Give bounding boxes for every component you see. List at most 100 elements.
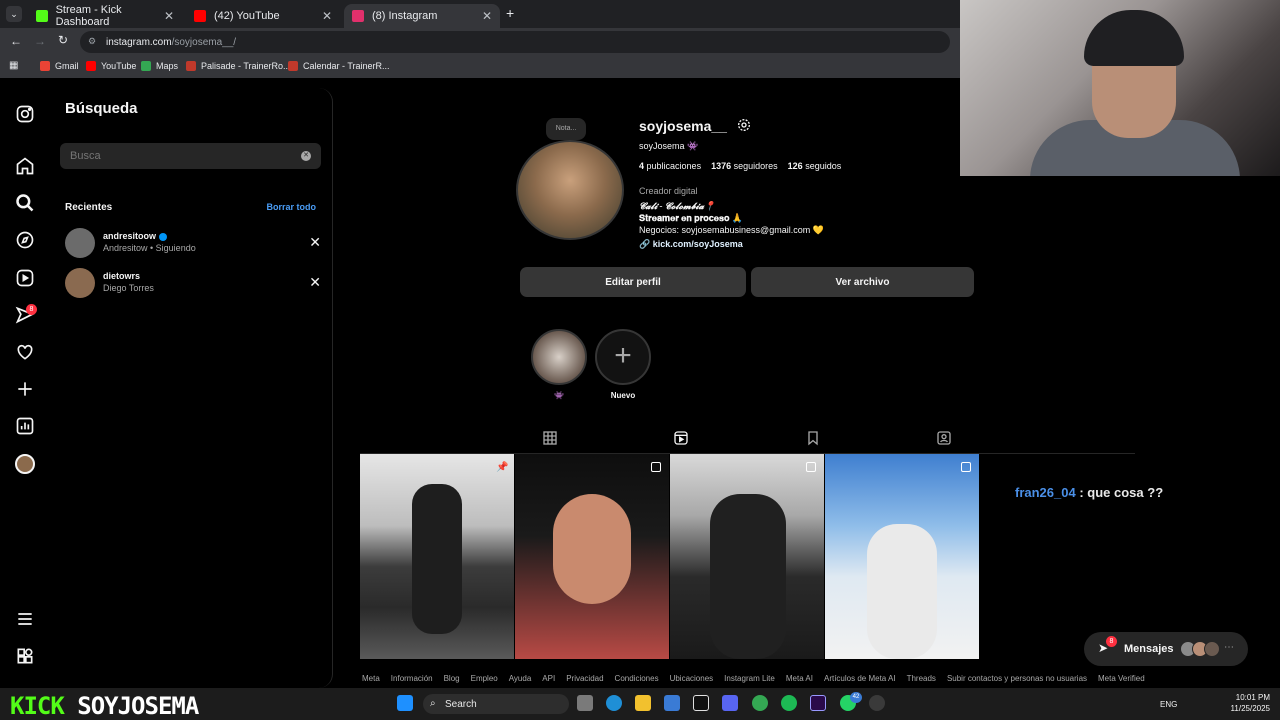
post-thumbnail[interactable]: 📌 [360, 454, 514, 659]
tab-youtube[interactable]: (42) YouTube ✕ [186, 4, 340, 28]
bookmark-gmail[interactable]: Gmail [40, 61, 79, 71]
notifications-badge: 8 [26, 304, 37, 315]
tagged-tab-icon[interactable] [936, 430, 952, 446]
bookmark-youtube[interactable]: YouTube [86, 61, 136, 71]
posts-grid-tab-icon[interactable] [542, 430, 558, 446]
settings-gear-icon[interactable] [736, 117, 752, 133]
forward-icon[interactable]: → [34, 34, 46, 48]
footer-link[interactable]: API [542, 674, 555, 683]
home-icon[interactable] [15, 156, 35, 176]
obs-icon[interactable] [869, 695, 885, 711]
search-icon[interactable] [15, 193, 35, 213]
search-panel-title: Búsqueda [65, 100, 138, 117]
channel-name-text: SOYJOSEMA [77, 692, 199, 720]
browser-tab-bar: ⌄ Stream - Kick Dashboard ✕ (42) YouTube… [0, 0, 960, 28]
new-highlight[interactable]: + Nuevo [595, 329, 651, 400]
view-archive-button[interactable]: Ver archivo [751, 267, 974, 297]
followers-stat[interactable]: 1376 seguidores [711, 161, 778, 171]
tab-instagram[interactable]: (8) Instagram ✕ [344, 4, 500, 28]
store-icon[interactable] [664, 695, 680, 711]
tab-search-icon[interactable]: ⌄ [6, 6, 22, 22]
footer-link[interactable]: Artículos de Meta AI [824, 674, 896, 683]
footer-link[interactable]: Meta [362, 674, 380, 683]
search-input[interactable] [70, 150, 290, 162]
footer-link[interactable]: Subir contactos y personas no usuarias [947, 674, 1087, 683]
recent-search-item[interactable]: andresitoow Andresitow • Siguiendo ✕ [65, 228, 321, 262]
trainerroad-icon [186, 61, 196, 71]
highlight-label: 👾 [554, 391, 564, 400]
dashboard-icon[interactable] [15, 416, 35, 436]
file-explorer-icon[interactable] [635, 695, 651, 711]
bookmark-palisade[interactable]: Palisade - TrainerRo... [186, 61, 291, 71]
spotify-icon[interactable] [781, 695, 797, 711]
menu-icon[interactable] [15, 609, 35, 629]
story-highlight[interactable]: 👾 [531, 329, 587, 400]
profile-note-bubble[interactable]: Nota... [546, 118, 586, 140]
explore-icon[interactable] [15, 230, 35, 250]
whatsapp-badge: 42 [850, 692, 862, 703]
post-thumbnail[interactable] [670, 454, 824, 659]
task-view-icon[interactable] [577, 695, 593, 711]
system-clock[interactable]: 10:01 PM 11/25/2025 [1231, 692, 1270, 714]
footer-link[interactable]: Meta AI [786, 674, 813, 683]
tab-kick-dashboard[interactable]: Stream - Kick Dashboard ✕ [28, 4, 182, 28]
create-icon[interactable] [15, 379, 35, 399]
footer-link[interactable]: Meta Verified [1098, 674, 1145, 683]
also-from-meta-icon[interactable] [15, 646, 35, 666]
tab-title: Stream - Kick Dashboard [55, 4, 122, 28]
bookmark-calendar[interactable]: Calendar - TrainerR... [288, 61, 390, 71]
recent-search-item[interactable]: dietowrs Diego Torres ✕ [65, 268, 321, 302]
following-stat[interactable]: 126 seguidos [788, 161, 842, 171]
heart-icon[interactable] [15, 342, 35, 362]
apps-grid-icon[interactable]: ▦ [9, 60, 18, 71]
footer-link[interactable]: Instagram Lite [724, 674, 775, 683]
new-tab-button[interactable]: + [506, 5, 514, 21]
close-tab-icon[interactable]: ✕ [482, 9, 492, 23]
reload-icon[interactable]: ↻ [58, 33, 68, 47]
profile-full-name: soyJosema 👾 [639, 141, 699, 151]
edge-icon[interactable] [606, 695, 622, 711]
saved-tab-icon[interactable] [805, 430, 821, 446]
messages-bar[interactable]: ➤ 8 Mensajes ⋯ [1084, 632, 1248, 666]
footer-link[interactable]: Información [391, 674, 433, 683]
edit-profile-button[interactable]: Editar perfil [520, 267, 746, 297]
recent-subtitle: Diego Torres [103, 283, 154, 293]
language-indicator[interactable]: ENG [1160, 700, 1177, 709]
reels-tab-icon[interactable] [673, 430, 689, 446]
clear-search-icon[interactable]: ✕ [301, 151, 311, 161]
clear-all-button[interactable]: Borrar todo [267, 202, 317, 212]
close-tab-icon[interactable]: ✕ [322, 9, 332, 23]
footer-link[interactable]: Ayuda [509, 674, 532, 683]
tiktok-icon[interactable] [693, 695, 709, 711]
back-icon[interactable]: ← [10, 34, 22, 48]
profile-avatar-icon[interactable] [15, 454, 35, 474]
instagram-logo-icon[interactable] [15, 104, 35, 124]
chrome-icon[interactable] [752, 695, 768, 711]
taskbar-search[interactable]: ⌕ Search [423, 694, 569, 714]
site-info-icon[interactable]: ⚙ [88, 36, 96, 47]
premiere-icon[interactable] [810, 695, 826, 711]
remove-recent-icon[interactable]: ✕ [309, 234, 321, 251]
reels-icon[interactable] [15, 268, 35, 288]
profile-avatar[interactable] [516, 140, 624, 240]
bio-link[interactable]: 🔗 kick.com/soyJosema [639, 239, 743, 250]
footer-link[interactable]: Privacidad [566, 674, 603, 683]
following-count: 126 [787, 161, 803, 171]
close-tab-icon[interactable]: ✕ [164, 9, 174, 23]
windows-start-icon[interactable] [397, 695, 413, 711]
bookmark-maps[interactable]: Maps [141, 61, 178, 71]
footer-link[interactable]: Empleo [471, 674, 498, 683]
following-label: seguidos [805, 161, 842, 171]
footer-link[interactable]: Threads [907, 674, 936, 683]
footer-link[interactable]: Condiciones [615, 674, 659, 683]
address-bar[interactable]: ⚙ instagram.com/soyjosema__/ [80, 31, 950, 53]
search-box[interactable]: ✕ [60, 143, 321, 169]
discord-icon[interactable] [722, 695, 738, 711]
post-thumbnail[interactable] [825, 454, 979, 659]
post-thumbnail[interactable] [515, 454, 669, 659]
footer-link[interactable]: Ubicaciones [670, 674, 714, 683]
gmail-icon [40, 61, 50, 71]
post-person [867, 524, 937, 659]
footer-link[interactable]: Blog [444, 674, 460, 683]
remove-recent-icon[interactable]: ✕ [309, 274, 321, 291]
